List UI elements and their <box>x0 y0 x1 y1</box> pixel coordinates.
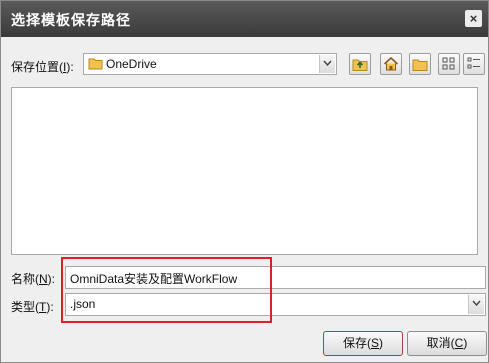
save-button[interactable]: 保存(S) <box>323 331 403 356</box>
up-folder-button[interactable] <box>349 53 371 75</box>
up-folder-icon <box>352 59 368 71</box>
list-view-button[interactable] <box>438 53 460 75</box>
name-label: 名称(N): <box>11 272 56 286</box>
name-input[interactable]: OmniData安装及配置WorkFlow <box>65 266 486 289</box>
title-bar[interactable]: 选择模板保存路径 × <box>1 1 488 37</box>
cancel-button[interactable]: 取消(C) <box>407 331 487 356</box>
home-icon <box>383 56 399 71</box>
location-label: 保存位置(I): <box>11 60 74 74</box>
list-view-icon <box>442 57 455 70</box>
folder-icon <box>88 58 103 70</box>
new-folder-icon <box>412 59 428 71</box>
location-combobox[interactable]: OneDrive <box>83 53 337 75</box>
dialog-title: 选择模板保存路径 <box>11 12 131 28</box>
type-combobox[interactable]: .json <box>65 293 486 316</box>
home-button[interactable] <box>380 53 402 75</box>
save-template-dialog: 选择模板保存路径 × 保存位置(I): OneDrive 名称(N): Omni… <box>0 0 489 363</box>
new-folder-button[interactable] <box>409 53 431 75</box>
chevron-down-icon[interactable] <box>468 295 484 314</box>
close-button[interactable]: × <box>465 10 482 27</box>
chevron-down-icon[interactable] <box>319 55 335 73</box>
type-label: 类型(T): <box>11 300 54 314</box>
details-view-icon <box>467 57 480 69</box>
type-value: .json <box>70 297 96 311</box>
location-value: OneDrive <box>106 57 157 71</box>
details-view-button[interactable] <box>463 53 485 75</box>
file-list[interactable] <box>11 87 478 255</box>
